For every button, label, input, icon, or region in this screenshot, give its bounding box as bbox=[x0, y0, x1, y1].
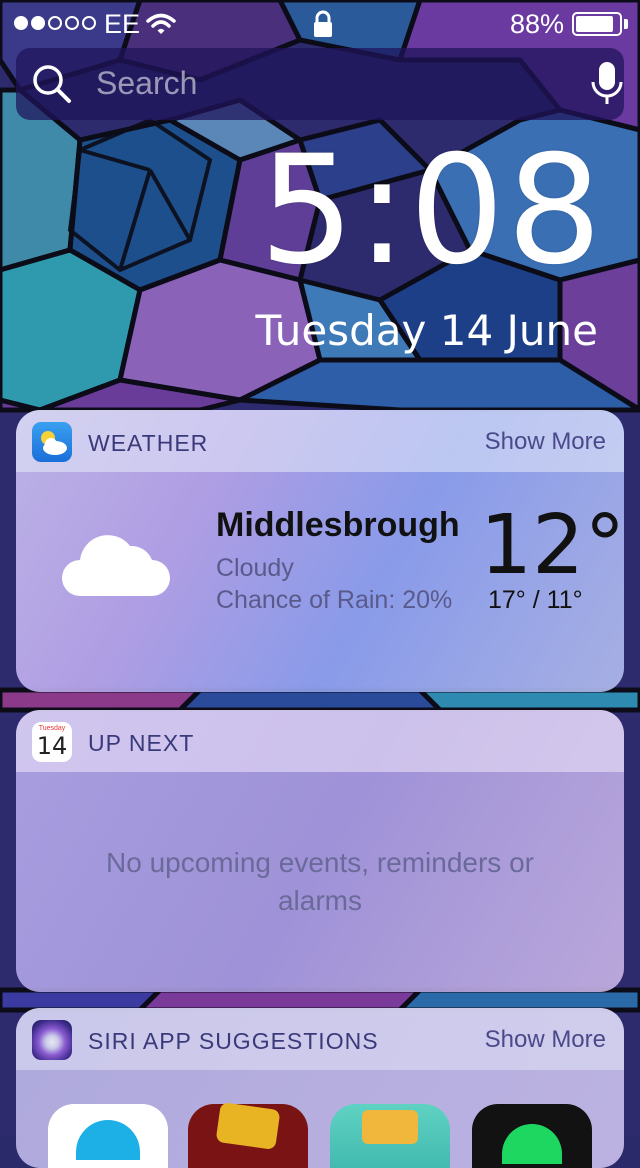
signal-dot bbox=[65, 16, 79, 30]
search-placeholder[interactable]: Search bbox=[96, 65, 197, 102]
siri-widget-header: SIRI APP SUGGESTIONS Show More bbox=[16, 1008, 624, 1070]
up-next-widget-header: Tuesday 14 UP NEXT bbox=[16, 710, 624, 772]
cloudy-weather-icon bbox=[62, 535, 170, 596]
status-bar: EE 88% bbox=[0, 0, 640, 48]
messenger-app-icon[interactable] bbox=[48, 1104, 168, 1168]
signal-dot bbox=[48, 16, 62, 30]
battery-tip bbox=[624, 19, 628, 29]
wifi-icon bbox=[146, 13, 176, 34]
up-next-widget[interactable]: Tuesday 14 UP NEXT No upcoming events, r… bbox=[16, 710, 624, 992]
up-next-empty-message: No upcoming events, reminders or alarms bbox=[106, 847, 534, 916]
weather-condition: Cloudy bbox=[216, 554, 294, 582]
battery-percentage: 88% bbox=[510, 9, 565, 39]
weather-rain-chance: Chance of Rain: 20% bbox=[216, 586, 453, 614]
weather-widget-title: WEATHER bbox=[88, 430, 209, 456]
calendar-icon-date: 14 bbox=[36, 732, 68, 760]
siri-app-suggestions-widget[interactable]: SIRI APP SUGGESTIONS Show More bbox=[16, 1008, 624, 1168]
signal-dot bbox=[82, 16, 96, 30]
signal-dot bbox=[31, 16, 45, 30]
lockscreen-time: 5:08 bbox=[259, 124, 604, 298]
spotify-app-icon[interactable] bbox=[472, 1104, 592, 1168]
weather-widget[interactable]: WEATHER Show More Middlesbrough Cloudy C… bbox=[16, 410, 624, 692]
up-next-widget-title: UP NEXT bbox=[88, 730, 195, 756]
battery-icon bbox=[572, 12, 622, 36]
clash-royale-app-icon[interactable] bbox=[330, 1104, 450, 1168]
siri-show-more-button[interactable]: Show More bbox=[485, 1026, 606, 1054]
calendar-app-icon: Tuesday 14 bbox=[32, 722, 72, 762]
weather-city: Middlesbrough bbox=[216, 506, 460, 544]
signal-dot bbox=[14, 16, 28, 30]
weather-app-icon bbox=[32, 422, 72, 462]
search-icon bbox=[33, 65, 71, 103]
weather-high-low: 17° / 11° bbox=[488, 586, 583, 614]
weather-show-more-button[interactable]: Show More bbox=[485, 428, 606, 456]
battery-level-fill bbox=[576, 16, 613, 32]
search-bar[interactable]: Search bbox=[16, 48, 624, 120]
lockscreen-date: Tuesday 14 June bbox=[255, 306, 598, 355]
weather-current-temperature: 12° bbox=[480, 498, 624, 593]
signal-strength-indicator bbox=[14, 16, 96, 30]
carrier-name: EE bbox=[104, 9, 141, 39]
siri-widget-title: SIRI APP SUGGESTIONS bbox=[88, 1028, 379, 1054]
lock-icon bbox=[314, 10, 332, 37]
microphone-icon[interactable] bbox=[590, 60, 624, 108]
siri-icon bbox=[32, 1020, 72, 1060]
clash-of-clans-app-icon[interactable] bbox=[188, 1102, 308, 1168]
weather-widget-header: WEATHER Show More bbox=[16, 410, 624, 472]
calendar-icon-day: Tuesday bbox=[38, 725, 66, 732]
